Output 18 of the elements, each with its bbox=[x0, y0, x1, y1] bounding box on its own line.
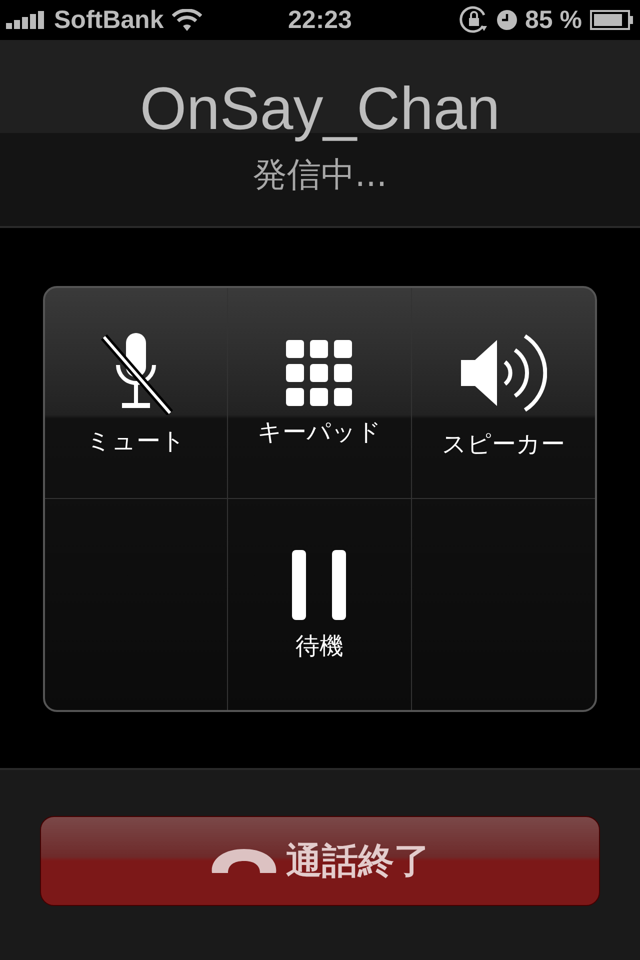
mute-button[interactable]: ミュート bbox=[45, 288, 228, 499]
pause-icon bbox=[292, 550, 346, 620]
battery-icon bbox=[590, 10, 634, 30]
signal-icon bbox=[6, 11, 46, 29]
hold-button[interactable]: 待機 bbox=[228, 499, 412, 710]
battery-percent: 85 % bbox=[525, 6, 582, 34]
wifi-icon bbox=[172, 9, 202, 31]
end-call-button[interactable]: 通話終了 bbox=[40, 816, 600, 906]
rotation-lock-icon bbox=[459, 6, 490, 34]
carrier-name: SoftBank bbox=[54, 6, 164, 34]
speaker-button[interactable]: スピーカー bbox=[412, 288, 595, 499]
keypad-icon bbox=[286, 340, 352, 406]
call-status: 発信中... bbox=[252, 154, 388, 197]
alarm-clock-icon bbox=[497, 10, 518, 30]
caller-name: OnSay_Chan bbox=[140, 74, 500, 144]
keypad-button[interactable]: キーパッド bbox=[228, 288, 412, 499]
clock-time: 22:23 bbox=[288, 6, 352, 34]
phone-handset-icon bbox=[210, 847, 278, 875]
